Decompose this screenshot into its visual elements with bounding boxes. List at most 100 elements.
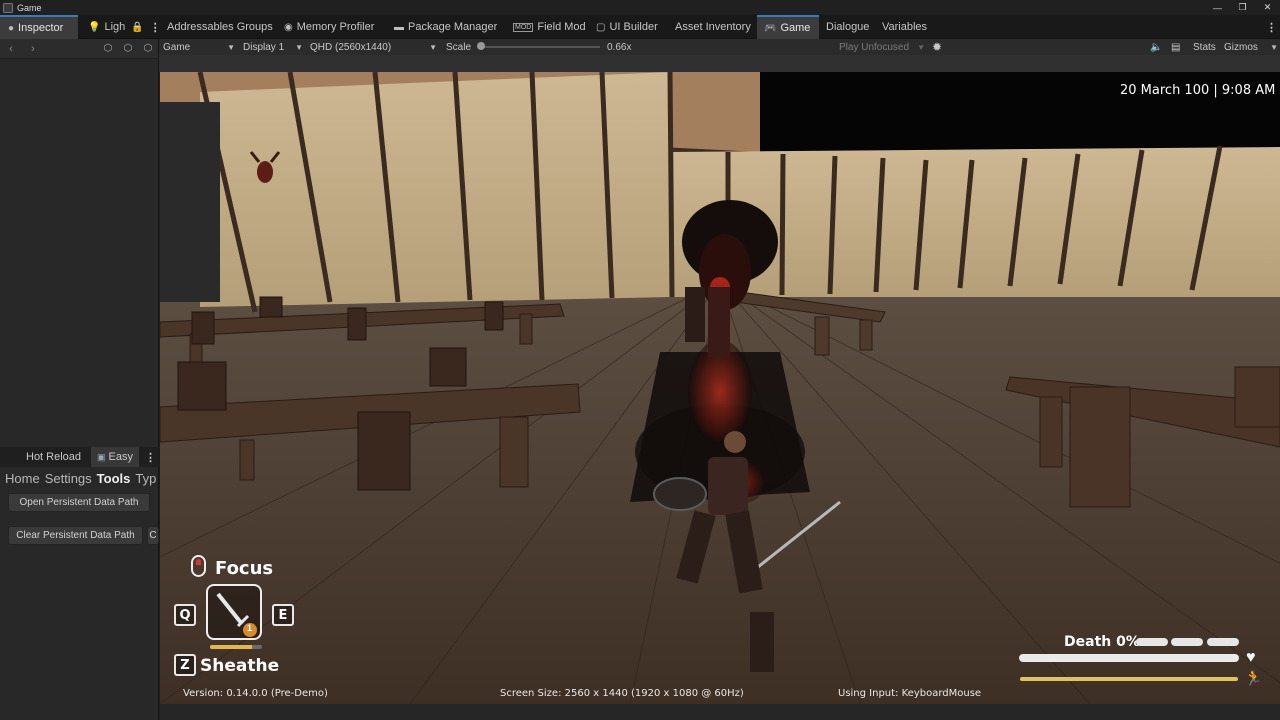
dropdown-arrow-icon: ▼ xyxy=(917,42,925,52)
scale-slider-track[interactable] xyxy=(479,46,600,48)
minimize-button[interactable]: — xyxy=(1205,0,1230,15)
sword-icon xyxy=(216,592,257,637)
window-title-bar: Game — ❐ ✕ xyxy=(0,0,1280,15)
play-mode-label: Play Unfocused xyxy=(839,41,910,53)
tab-variables-label: Variables xyxy=(882,21,928,33)
tab-menu-icon[interactable]: ⋮ xyxy=(150,21,161,34)
focus-label: Focus xyxy=(215,558,274,579)
death-pip xyxy=(1171,638,1203,646)
tab-strip-menu-icon: ⋮ xyxy=(1266,21,1277,34)
game-view-label: Game xyxy=(163,41,191,53)
cube-icon[interactable]: ⬡ xyxy=(138,43,158,54)
tab-strip-menu[interactable]: ⋮ xyxy=(1266,15,1277,39)
tab-easy[interactable]: ▣ Easy xyxy=(91,447,139,467)
tab-memory-profiler[interactable]: ◉ Memory Profiler xyxy=(284,15,374,39)
tab-dialogue-label: Dialogue xyxy=(826,21,870,33)
info-icon: ● xyxy=(8,22,15,34)
date-time-display: 20 March 100 | 9:08 AM xyxy=(1120,83,1276,98)
display-dropdown[interactable]: Display 1 ▼ xyxy=(243,39,303,55)
weapon-durability-fill xyxy=(210,645,252,649)
resolution-label: QHD (2560x1440) xyxy=(310,41,392,53)
tab-inspector-label: Inspector xyxy=(18,22,64,34)
mod-icon: MOD xyxy=(513,22,534,32)
save-icon: ▣ xyxy=(97,451,106,462)
tab-variables[interactable]: Variables xyxy=(882,15,927,39)
input-mode-text: Using Input: KeyboardMouse xyxy=(838,688,982,699)
weapon-durability-bar xyxy=(210,645,262,649)
heart-icon: ♥ xyxy=(1246,649,1256,666)
clear-persistent-data-path-button[interactable]: Clear Persistent Data Path xyxy=(8,526,143,545)
weapon-slot: 1 xyxy=(206,584,262,640)
tab-hot-reload-label: Hot Reload xyxy=(26,451,82,463)
play-mode-dropdown[interactable]: Play Unfocused ▼ xyxy=(839,39,925,55)
menu-tools[interactable]: Tools xyxy=(97,471,131,486)
scale-slider-knob[interactable] xyxy=(477,42,485,50)
gizmos-label: Gizmos xyxy=(1224,41,1258,53)
tab-inspector[interactable]: ● Inspector xyxy=(0,15,78,39)
editor-tab-strip: ● Inspector 💡 Ligh 🔒 ⋮ Addressables Grou… xyxy=(0,15,1280,39)
display-label: Display 1 xyxy=(243,41,285,53)
key-e: E xyxy=(272,604,294,626)
tab-memory-profiler-label: Memory Profiler xyxy=(296,21,375,33)
window-controls: — ❐ ✕ xyxy=(1205,0,1280,15)
lock-icon[interactable]: 🔒 xyxy=(131,22,143,33)
back-wall-left xyxy=(200,72,670,307)
open-persistent-data-path-button[interactable]: Open Persistent Data Path xyxy=(8,493,150,512)
stamina-bar xyxy=(1020,677,1238,681)
menu-settings[interactable]: Settings xyxy=(45,471,92,486)
health-bar xyxy=(1019,654,1239,662)
running-icon: 🏃 xyxy=(1244,670,1263,687)
tab-lighting[interactable]: 💡 Ligh 🔒 ⋮ xyxy=(80,15,161,39)
tab-ui-builder-label: UI Builder xyxy=(609,21,658,33)
package-icon: ▬ xyxy=(394,21,404,33)
tab-field-mod-label: Field Mod xyxy=(537,21,586,33)
cube-icon[interactable]: ⬡ xyxy=(98,43,118,54)
restore-button[interactable]: ❐ xyxy=(1230,0,1255,15)
close-button[interactable]: ✕ xyxy=(1255,0,1280,15)
dropdown-arrow-icon: ▼ xyxy=(429,42,437,52)
tab-field-mod[interactable]: MOD Field Mod xyxy=(513,15,586,39)
tool-menu-bar: Home Settings Tools Typ xyxy=(0,467,159,489)
hot-reload-tab-strip: Hot Reload ▣ Easy ⋮ xyxy=(0,447,159,467)
panel-menu-icon: ⋮ xyxy=(145,451,156,464)
death-percentage: Death 0% xyxy=(1064,634,1140,650)
version-text: Version: 0.14.0.0 (Pre-Demo) xyxy=(183,688,328,699)
tab-hot-reload[interactable]: Hot Reload xyxy=(26,447,81,467)
bug-icon[interactable]: ✹ xyxy=(932,39,942,55)
dropdown-arrow-icon: ▼ xyxy=(295,42,303,52)
tab-package-manager-label: Package Manager xyxy=(408,21,498,33)
scale-label: Scale xyxy=(446,41,472,53)
tab-package-manager[interactable]: ▬ Package Manager xyxy=(394,15,497,39)
tab-game[interactable]: 🎮 Game xyxy=(757,15,819,39)
tab-lighting-label: Ligh xyxy=(104,21,126,33)
tab-addressables-label: Addressables Groups xyxy=(167,21,273,33)
keyboard-icon[interactable]: ▤ xyxy=(1171,39,1180,55)
key-z: Z xyxy=(174,654,196,676)
tab-game-label: Game xyxy=(780,22,811,34)
menu-types[interactable]: Typ xyxy=(135,471,156,486)
side-doorway xyxy=(160,102,220,302)
gizmos-dropdown[interactable]: Gizmos ▼ xyxy=(1224,39,1278,55)
tab-ui-builder[interactable]: ▢ UI Builder xyxy=(596,15,658,39)
tab-dialogue[interactable]: Dialogue xyxy=(826,15,869,39)
back-arrow-icon[interactable]: ‹ xyxy=(0,43,22,55)
game-view-gutter xyxy=(159,55,1280,72)
audio-icon[interactable]: 🔈 xyxy=(1150,39,1162,55)
cube-icon[interactable]: ⬡ xyxy=(118,43,138,54)
clipped-button[interactable]: C xyxy=(147,526,159,545)
panel-menu[interactable]: ⋮ xyxy=(145,447,156,467)
game-view-dropdown[interactable]: Game ▼ xyxy=(163,39,235,55)
game-view-toolbar: Game ▼ Display 1 ▼ QHD (2560x1440) ▼ Sca… xyxy=(159,39,1280,55)
tab-asset-inventory[interactable]: Asset Inventory xyxy=(675,15,751,39)
tab-addressables-groups[interactable]: Addressables Groups xyxy=(167,15,273,39)
forward-arrow-icon[interactable]: › xyxy=(22,43,44,55)
window-title: Game xyxy=(17,2,42,13)
inspector-toolbar: ‹ › ⬡ ⬡ ⬡ xyxy=(0,39,158,59)
resolution-dropdown[interactable]: QHD (2560x1440) ▼ xyxy=(310,39,437,55)
stats-button[interactable]: Stats xyxy=(1193,39,1216,55)
game-viewport[interactable]: 20 March 100 | 9:08 AM Focus Q 1 E Z She… xyxy=(160,72,1280,704)
weapon-count-badge: 1 xyxy=(247,623,253,633)
menu-home[interactable]: Home xyxy=(5,471,40,486)
death-pip xyxy=(1136,638,1168,646)
unity-app-icon xyxy=(3,2,13,13)
